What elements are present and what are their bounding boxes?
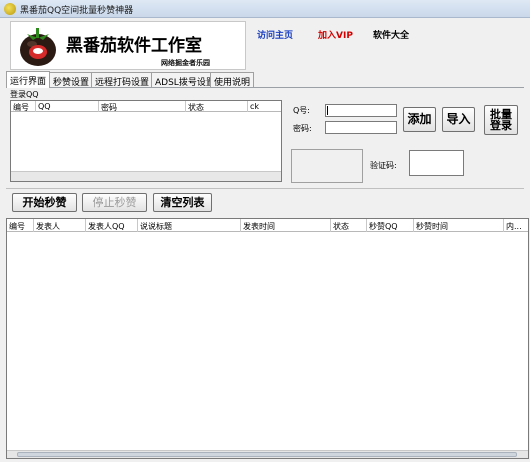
login-table-header: 编号 QQ 密码 状态 ck <box>11 101 281 112</box>
tab-remote-captcha[interactable]: 远程打码设置 <box>91 72 154 88</box>
import-button[interactable]: 导入 <box>442 107 475 132</box>
horizontal-scrollbar[interactable] <box>11 171 281 181</box>
results-table-header: 编号 发表人 发表人QQ 说说标题 发表时间 状态 秒赞QQ 秒赞时间 内... <box>7 219 528 232</box>
column-header[interactable]: QQ <box>36 101 99 112</box>
qq-number-input[interactable] <box>325 104 397 117</box>
column-header[interactable]: 秒赞QQ <box>367 219 414 232</box>
logo-subtitle: 网络掘金者乐园 <box>161 59 210 67</box>
divider <box>6 188 524 189</box>
horizontal-scrollbar[interactable] <box>7 450 528 458</box>
password-input[interactable] <box>325 121 397 134</box>
column-header[interactable]: 秒赞时间 <box>414 219 504 232</box>
scrollbar-thumb[interactable] <box>17 452 517 457</box>
tab-run[interactable]: 运行界面 <box>6 71 51 88</box>
column-header[interactable]: 说说标题 <box>138 219 241 232</box>
login-account-table[interactable]: 编号 QQ 密码 状态 ck <box>10 100 282 182</box>
stop-like-button[interactable]: 停止秒赞 <box>82 193 147 212</box>
column-header[interactable]: 发表时间 <box>241 219 331 232</box>
title-bar: 黑番茄QQ空间批量秒赞神器 <box>0 0 530 18</box>
window-title: 黑番茄QQ空间批量秒赞神器 <box>20 6 134 16</box>
add-button[interactable]: 添加 <box>403 107 436 132</box>
home-link[interactable]: 访问主页 <box>257 28 293 41</box>
column-header[interactable]: 发表人QQ <box>86 219 138 232</box>
login-group-label: 登录QQ <box>10 90 39 99</box>
app-icon <box>4 3 16 15</box>
captcha-label: 验证码: <box>370 161 397 170</box>
captcha-image <box>291 149 363 183</box>
software-list-link[interactable]: 软件大全 <box>373 28 409 41</box>
captcha-input[interactable] <box>409 150 464 176</box>
column-header[interactable]: 密码 <box>99 101 186 112</box>
column-header[interactable]: 编号 <box>7 219 34 232</box>
batch-login-button[interactable]: 批量登录 <box>484 105 518 135</box>
tab-help[interactable]: 使用说明 <box>210 72 255 88</box>
column-header[interactable]: 状态 <box>186 101 248 112</box>
tab-bar: 运行界面 秒赞设置 远程打码设置 ADSL拨号设置 使用说明 <box>6 71 524 88</box>
tab-adsl[interactable]: ADSL拨号设置 <box>151 72 219 88</box>
banner: 黑番茄软件工作室 网络掘金者乐园 访问主页 加入VIP 软件大全 <box>0 18 530 72</box>
start-like-button[interactable]: 开始秒赞 <box>12 193 77 212</box>
logo-title: 黑番茄软件工作室 <box>66 36 202 56</box>
join-vip-link[interactable]: 加入VIP <box>318 28 353 41</box>
clear-list-button[interactable]: 清空列表 <box>153 193 212 212</box>
logo: 黑番茄软件工作室 网络掘金者乐园 <box>10 21 246 70</box>
qq-label: Q号: <box>293 106 310 115</box>
results-table[interactable]: 编号 发表人 发表人QQ 说说标题 发表时间 状态 秒赞QQ 秒赞时间 内... <box>6 218 529 459</box>
column-header[interactable]: 内... <box>504 219 528 232</box>
column-header[interactable]: 发表人 <box>34 219 86 232</box>
tab-like-settings[interactable]: 秒赞设置 <box>49 72 94 88</box>
column-header[interactable]: ck <box>248 101 281 112</box>
column-header[interactable]: 状态 <box>331 219 367 232</box>
password-label: 密码: <box>293 124 312 133</box>
tomato-logo-icon <box>20 28 56 66</box>
column-header[interactable]: 编号 <box>11 101 36 112</box>
